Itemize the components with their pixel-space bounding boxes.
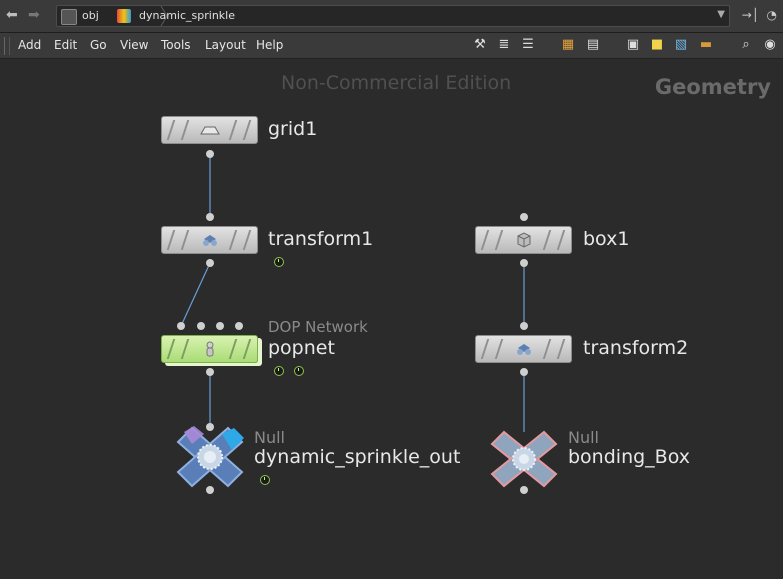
- popnet-input-port-1[interactable]: [177, 322, 185, 330]
- simulation-icon: [274, 366, 284, 376]
- time-dependent-icon: [274, 257, 284, 267]
- node-transform2-label: transform2: [583, 337, 689, 359]
- node-wires: [180, 154, 525, 432]
- dop-network-icon: [206, 341, 214, 357]
- node-grid1[interactable]: [161, 116, 258, 144]
- node-popnet-label: popnet: [268, 337, 335, 359]
- transform2-input-port[interactable]: [520, 322, 528, 330]
- node-box1[interactable]: [475, 226, 572, 254]
- out-output-port[interactable]: [206, 486, 214, 494]
- node-transform2[interactable]: [475, 335, 572, 363]
- time-dependent-icon: [260, 475, 270, 485]
- popnet-output-port[interactable]: [206, 368, 214, 376]
- transform1-input-port[interactable]: [206, 213, 214, 221]
- box1-output-port[interactable]: [520, 259, 528, 267]
- grid-icon: [200, 126, 220, 135]
- time-dependent-icon: [294, 366, 304, 376]
- popnet-input-port-2[interactable]: [197, 322, 205, 330]
- popnet-input-port-3[interactable]: [216, 322, 224, 330]
- transform2-output-port[interactable]: [520, 368, 528, 376]
- box-icon: [517, 232, 531, 248]
- node-transform1[interactable]: [161, 226, 258, 254]
- node-grid1-label: grid1: [268, 118, 318, 140]
- grid1-output-port[interactable]: [206, 150, 214, 158]
- node-popnet-type: DOP Network: [268, 318, 368, 336]
- popnet-input-port-4[interactable]: [235, 322, 243, 330]
- node-bbox-type: Null: [568, 428, 599, 447]
- node-box1-label: box1: [583, 228, 630, 250]
- node-popnet[interactable]: [161, 335, 258, 363]
- transform1-output-port[interactable]: [206, 259, 214, 267]
- node-out-label: dynamic_sprinkle_out: [254, 446, 461, 468]
- node-transform1-label: transform1: [268, 228, 374, 250]
- node-out-type: Null: [254, 428, 285, 447]
- node-bbox-label: bonding_Box: [568, 446, 690, 468]
- node-dynamic-sprinkle-out[interactable]: [174, 424, 246, 490]
- node-bonding-box[interactable]: [488, 430, 560, 488]
- bbox-output-port[interactable]: [520, 486, 528, 494]
- transform-icon: [203, 235, 217, 246]
- box1-input-port[interactable]: [520, 213, 528, 221]
- transform-icon: [517, 344, 531, 355]
